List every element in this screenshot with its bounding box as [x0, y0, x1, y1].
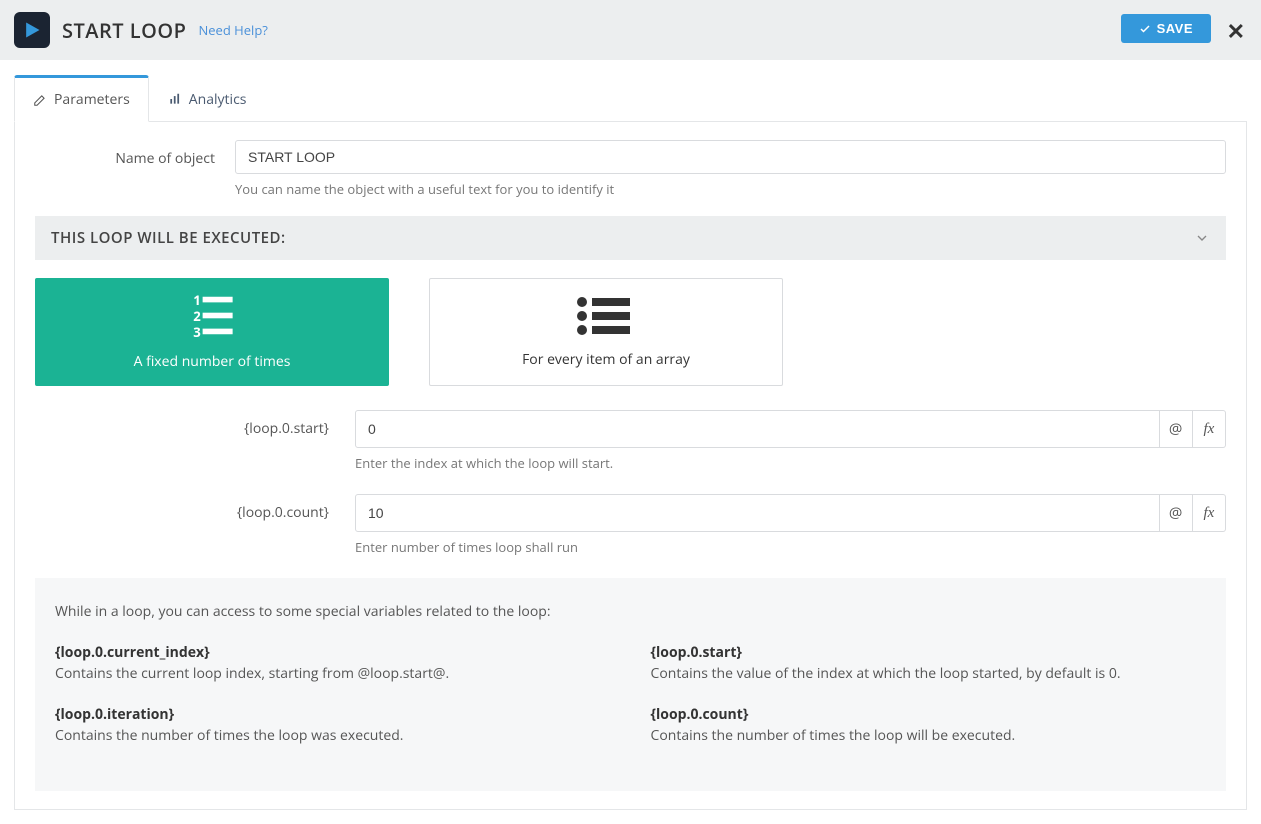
var-current-index-name: {loop.0.current_index}	[55, 643, 611, 662]
check-icon	[1139, 23, 1151, 35]
var-start-name: {loop.0.start}	[651, 643, 1207, 662]
bar-chart-icon	[168, 92, 182, 106]
save-button[interactable]: SAVE	[1121, 14, 1211, 43]
save-button-label: SAVE	[1157, 21, 1193, 36]
section-title: THIS LOOP WILL BE EXECUTED:	[51, 228, 286, 248]
tab-analytics-label: Analytics	[189, 90, 247, 109]
fx-button[interactable]: fx	[1193, 410, 1226, 448]
loop-count-hint: Enter number of times loop shall run	[355, 538, 1226, 556]
tab-parameters-label: Parameters	[54, 90, 130, 109]
var-current-index-desc: Contains the current loop index, startin…	[55, 664, 611, 683]
tab-parameters[interactable]: Parameters	[14, 75, 149, 122]
loop-count-label: {loop.0.count}	[35, 494, 355, 522]
svg-text:3: 3	[193, 323, 201, 338]
loop-start-hint: Enter the index at which the loop will s…	[355, 454, 1226, 472]
close-icon[interactable]: ✕	[1227, 16, 1245, 46]
object-name-hint: You can name the object with a useful te…	[235, 180, 1226, 198]
info-box: While in a loop, you can access to some …	[35, 578, 1226, 791]
info-intro: While in a loop, you can access to some …	[55, 602, 1206, 621]
loop-count-input[interactable]	[355, 494, 1160, 532]
var-start-desc: Contains the value of the index at which…	[651, 664, 1207, 683]
app-icon	[14, 12, 50, 48]
at-button[interactable]: @	[1160, 410, 1193, 448]
fx-button[interactable]: fx	[1193, 494, 1226, 532]
need-help-link[interactable]: Need Help?	[198, 21, 267, 39]
mode-array-card[interactable]: For every item of an array	[429, 278, 783, 386]
section-header[interactable]: THIS LOOP WILL BE EXECUTED:	[35, 216, 1226, 260]
chevron-down-icon	[1194, 230, 1210, 246]
loop-start-input[interactable]	[355, 410, 1160, 448]
mode-array-label: For every item of an array	[522, 350, 690, 369]
bullet-list-icon	[574, 296, 638, 336]
page-title: START LOOP	[62, 17, 186, 44]
object-name-input[interactable]	[235, 140, 1226, 174]
mode-fixed-card[interactable]: 1 2 3 A fixed number of times	[35, 278, 389, 386]
mode-fixed-label: A fixed number of times	[134, 352, 291, 371]
numbered-list-icon: 1 2 3	[182, 293, 242, 338]
at-button[interactable]: @	[1160, 494, 1193, 532]
var-count-desc: Contains the number of times the loop wi…	[651, 726, 1207, 745]
var-iteration-desc: Contains the number of times the loop wa…	[55, 726, 611, 745]
loop-start-label: {loop.0.start}	[35, 410, 355, 438]
var-iteration-name: {loop.0.iteration}	[55, 705, 611, 724]
tab-analytics[interactable]: Analytics	[149, 75, 266, 122]
name-label: Name of object	[35, 140, 235, 168]
var-count-name: {loop.0.count}	[651, 705, 1207, 724]
edit-icon	[33, 93, 47, 107]
